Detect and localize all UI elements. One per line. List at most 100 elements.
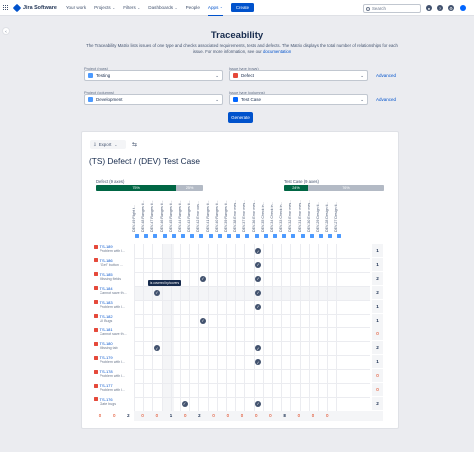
column-header[interactable]: DEV-37 Error mes... [242, 200, 251, 238]
notifications-icon[interactable]: ● [426, 5, 432, 11]
grid-line [134, 257, 370, 259]
column-total: 0 [240, 413, 244, 418]
search-input[interactable]: Search [363, 4, 421, 13]
column-header[interactable]: DEV-36 Error mes... [252, 200, 261, 238]
row-header[interactable]: TS-183 Problem with I... [94, 300, 134, 309]
row-header[interactable]: TS-176 Gate bugs [94, 397, 134, 406]
project-rows-select[interactable]: Testing ⌄ [84, 70, 223, 81]
defect-coverage-bar: 75% 25% [96, 185, 203, 191]
defect-icon [94, 327, 98, 332]
row-header[interactable]: TS-189 Problem with I... [94, 244, 134, 253]
defect-icon [94, 286, 98, 291]
link-check-icon[interactable]: ✓ [255, 400, 262, 407]
app-switcher-icon[interactable] [3, 4, 9, 11]
test-case-icon [282, 234, 287, 238]
matrix-settings-icon[interactable]: ⇆ [131, 141, 138, 148]
highlighted-row [134, 287, 370, 300]
row-header[interactable]: TS-182 UI Bugs [94, 314, 134, 323]
settings-icon[interactable]: ⚙ [448, 5, 454, 11]
column-total: 0 [325, 413, 329, 418]
column-header[interactable]: DEV-41 Ranges ti... [206, 200, 215, 238]
project-cols-value: Development [96, 97, 123, 102]
chevron-down-icon: ⌄ [215, 73, 219, 78]
link-check-icon[interactable]: ✓ [255, 289, 262, 296]
row-header[interactable]: TS-180 Missing tab [94, 341, 134, 350]
create-button[interactable]: Create [230, 3, 255, 12]
defect-icon [94, 258, 98, 263]
row-header[interactable]: TS-186 "Get" button ... [94, 258, 134, 267]
row-total: 2 [372, 285, 383, 299]
column-total: 0 [141, 413, 144, 418]
link-check-icon[interactable]: ✓ [255, 261, 262, 268]
column-header[interactable]: DEV-32 Error mes... [288, 200, 297, 238]
column-header[interactable]: DEV-42 Error cos... [196, 201, 205, 238]
nav-item-filters[interactable]: Filters ⌄ [123, 0, 140, 16]
row-summary: "Get" button ... [99, 262, 123, 267]
nav-item-your-work[interactable]: Your work [66, 0, 86, 16]
row-summary: Missing tab [99, 346, 118, 351]
export-button[interactable]: ⇩ Export ⌄ [90, 140, 126, 149]
grid-line [134, 383, 370, 384]
column-total: 0 [212, 413, 215, 418]
advanced-rows-link[interactable]: Advanced [376, 73, 396, 78]
link-check-icon[interactable]: ✓ [255, 275, 262, 282]
row-header[interactable]: TS-178 Problem with I... [94, 369, 134, 378]
grid-line [134, 271, 370, 273]
column-header[interactable]: DEV-35 Check in... [261, 202, 270, 238]
matrix-title: (TS) Defect / (DEV) Test Case [89, 156, 200, 166]
link-check-icon[interactable]: ✓ [181, 400, 188, 407]
row-summary: Cannot save th... [99, 290, 127, 295]
nav-item-label: Dashboards [148, 5, 174, 10]
grid-line [134, 396, 370, 398]
column-header[interactable]: DEV-30 Error mes... [307, 200, 316, 238]
nav-item-projects[interactable]: Projects ⌄ [94, 0, 115, 16]
chevron-down-icon: ⌄ [174, 5, 178, 10]
row-summary: Missing fields [99, 276, 122, 281]
column-total: 8 [283, 413, 286, 418]
issue-type-cols-select[interactable]: Test Case ⌄ [229, 94, 368, 105]
chevron-down-icon: ⌄ [360, 73, 364, 78]
test-case-icon [319, 234, 323, 238]
row-header[interactable]: TS-179 Problem with I... [94, 355, 134, 364]
row-header[interactable]: TS-184 Cannot save th... [94, 286, 134, 295]
generate-button[interactable]: Generate [228, 112, 253, 123]
row-key-text: TS-183 [99, 299, 113, 305]
row-total: 1 [372, 299, 383, 313]
row-header[interactable]: TS-177 Problem with I... [94, 383, 134, 392]
column-header[interactable]: DEV-27 Design ti... [334, 202, 343, 238]
nav-item-dashboards[interactable]: Dashboards ⌄ [148, 0, 177, 16]
project-cols-select[interactable]: Development ⌄ [84, 94, 223, 105]
column-total: 1 [169, 413, 173, 418]
project-rows-value: Testing [96, 73, 111, 78]
column-header[interactable]: DEV-40 Ranges ti... [215, 200, 224, 238]
row-summary: Problem with I... [99, 388, 126, 392]
link-check-icon[interactable]: ✓ [153, 289, 160, 296]
link-check-icon[interactable]: ✓ [199, 275, 206, 282]
project-icon [88, 97, 93, 102]
row-total: 1 [372, 355, 383, 369]
help-icon[interactable]: ? [437, 5, 443, 11]
column-total: 2 [198, 413, 201, 418]
test-case-icon [217, 234, 222, 238]
avatar[interactable] [460, 5, 466, 11]
link-check-icon[interactable]: ✓ [255, 303, 262, 310]
column-header[interactable]: DEV-31 Error mes... [298, 200, 307, 238]
documentation-link[interactable]: documentation [263, 49, 291, 54]
test-case-icon [153, 234, 158, 238]
defect-icon [94, 383, 98, 388]
row-header[interactable]: TS-181 Cannot save th... [94, 327, 134, 336]
link-check-icon[interactable]: ✓ [199, 317, 206, 324]
advanced-cols-link[interactable]: Advanced [376, 97, 396, 102]
issue-type-cols-value: Test Case [241, 97, 262, 102]
issue-type-rows-select[interactable]: Defect ⌄ [229, 70, 368, 81]
column-header[interactable]: DEV-47 Ranges ti... [150, 200, 159, 238]
column-header[interactable]: DEV-45 Ranges ti... [169, 200, 178, 238]
nav-item-apps[interactable]: Apps ⌄ [207, 0, 223, 16]
download-icon: ⇩ [93, 141, 97, 147]
defect-covered-fill: 75% [96, 185, 177, 191]
row-header[interactable]: TS-185 Missing fields [94, 272, 134, 281]
nav-item-people[interactable]: People [186, 0, 200, 16]
jira-logo[interactable]: Jira Software [12, 3, 57, 12]
defect-rest: 25% [176, 185, 203, 191]
column-header[interactable]: DEV-46 Ranges ti... [160, 200, 169, 238]
